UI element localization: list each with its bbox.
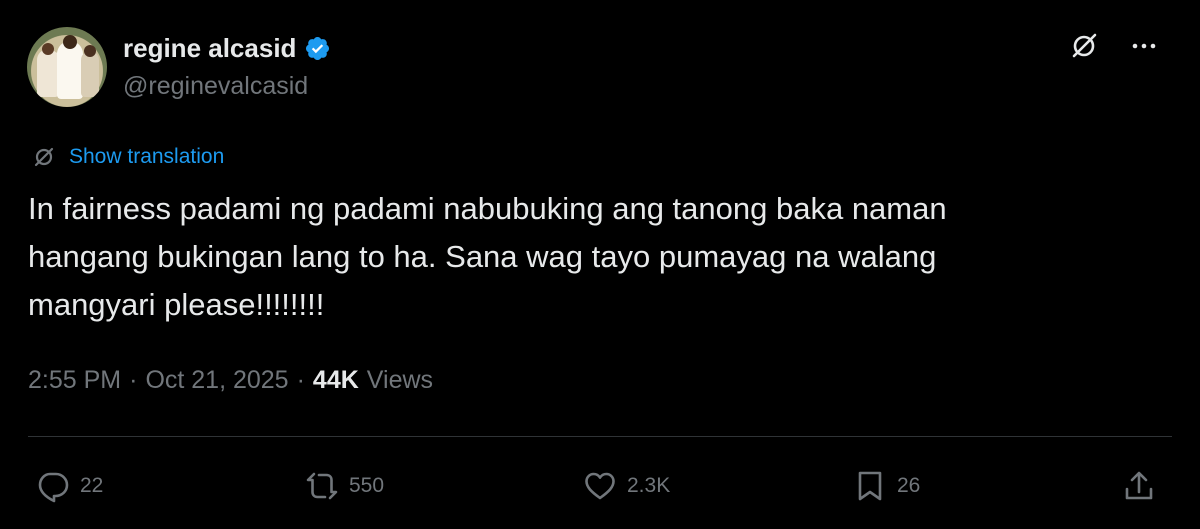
bookmark-icon <box>853 469 887 503</box>
bookmark-count: 26 <box>897 474 921 497</box>
reply-button[interactable]: 22 <box>36 469 103 503</box>
reply-icon <box>36 469 70 503</box>
action-bar: 22 550 2.3K 26 <box>0 462 1200 512</box>
share-button[interactable] <box>1122 469 1156 503</box>
views-count[interactable]: 44K <box>313 366 359 395</box>
tweet-text-line: In fairness padami ng padami nabubuking … <box>28 191 947 226</box>
repost-icon <box>305 469 339 503</box>
reply-count: 22 <box>80 474 104 497</box>
share-icon <box>1122 469 1156 503</box>
like-icon <box>583 469 617 503</box>
avatar-figure <box>57 41 83 99</box>
avatar-figure <box>37 49 59 97</box>
tweet-meta: 2:55 PM · Oct 21, 2025 · 44K Views <box>28 366 433 395</box>
views-label: Views <box>366 366 434 394</box>
like-button[interactable]: 2.3K <box>583 469 670 503</box>
tweet-date[interactable]: Oct 21, 2025 <box>145 366 288 395</box>
divider <box>28 436 1172 437</box>
avatar-figure <box>81 51 99 97</box>
tweet-text-line: hangang bukingan lang to ha. Sana wag ta… <box>28 239 937 274</box>
meta-separator: · <box>129 366 138 394</box>
translate-icon <box>31 144 57 170</box>
grok-icon[interactable] <box>1068 30 1100 62</box>
display-name[interactable]: regine alcasid <box>123 33 296 64</box>
verified-badge-icon[interactable] <box>304 35 331 62</box>
tweet-text-line: mangyari please!!!!!!!! <box>28 287 325 322</box>
avatar[interactable] <box>27 27 107 107</box>
tweet-time[interactable]: 2:55 PM <box>28 366 121 395</box>
avatar-figure-head <box>63 35 77 49</box>
more-icon[interactable] <box>1128 30 1160 62</box>
tweet-text: In fairness padami ng padami nabubuking … <box>28 185 1148 329</box>
user-handle[interactable]: @reginevalcasid <box>123 72 308 101</box>
repost-count: 550 <box>349 474 385 497</box>
avatar-figure-head <box>84 45 96 57</box>
avatar-figure-head <box>42 43 54 55</box>
translate-row: Show translation <box>31 144 224 170</box>
meta-separator: · <box>296 366 305 394</box>
top-actions <box>1068 30 1160 62</box>
repost-button[interactable]: 550 <box>305 469 384 503</box>
show-translation-link[interactable]: Show translation <box>69 145 224 169</box>
like-count: 2.3K <box>627 474 671 497</box>
name-row: regine alcasid <box>123 33 331 64</box>
bookmark-button[interactable]: 26 <box>853 469 920 503</box>
